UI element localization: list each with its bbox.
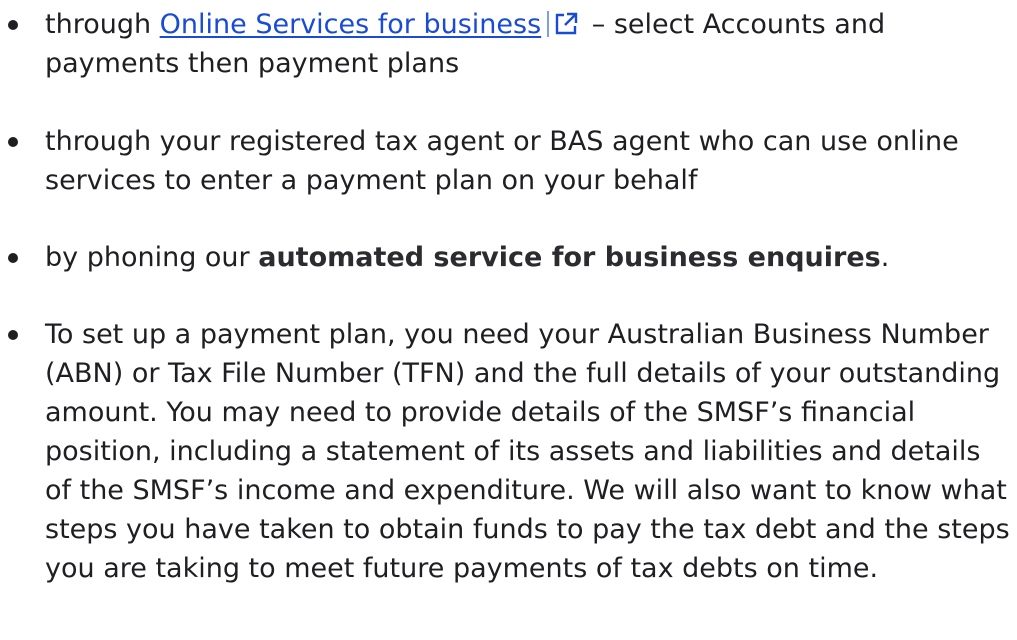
online-services-link[interactable]: Online Services for business — [160, 9, 542, 40]
automated-service-strong: automated service for business enquires — [258, 242, 881, 273]
list-item-online-services: through Online Services for business – s… — [0, 5, 1005, 83]
list-item-setup-requirements: To set up a payment plan, you need your … — [0, 315, 1010, 588]
list-item-phone-service: by phoning our automated service for bus… — [0, 238, 1005, 277]
item-1-prefix: through — [45, 9, 160, 40]
item-3-prefix: by phoning our — [45, 242, 259, 273]
item-3-suffix: . — [880, 242, 890, 273]
list-item-tax-agent: through your registered tax agent or BAS… — [0, 122, 1005, 200]
bullet-icon — [8, 137, 18, 147]
item-4-text: To set up a payment plan, you need your … — [45, 319, 1010, 584]
bullet-icon — [8, 330, 18, 340]
bullet-icon — [8, 253, 18, 263]
item-2-text: through your registered tax agent or BAS… — [45, 126, 959, 196]
bullet-icon — [8, 20, 18, 30]
external-link-icon[interactable] — [547, 11, 579, 37]
